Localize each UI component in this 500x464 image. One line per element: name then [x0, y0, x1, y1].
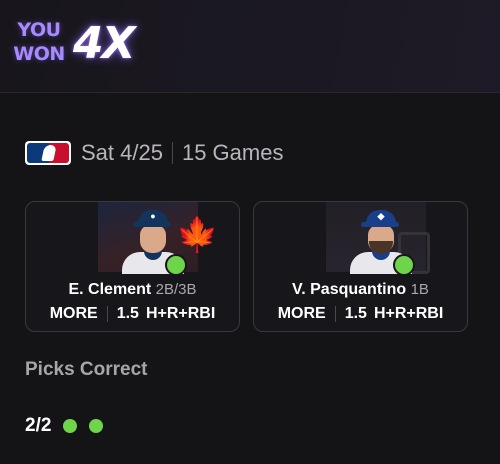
picks-correct-summary: 2/2: [25, 413, 115, 439]
player-name-line: V. Pasquantino 1B: [254, 280, 467, 300]
pick-line: MORE 1.5 H+R+RBI: [254, 304, 467, 324]
won-text: WON: [13, 43, 65, 65]
mlb-logo-icon: [25, 141, 71, 165]
player-name-line: E. Clement 2B/3B: [26, 280, 239, 300]
player-position: 1B: [410, 281, 429, 298]
divider: [106, 306, 108, 322]
pick-stat: H+R+RBI: [373, 305, 444, 322]
payout-multiplier: 4X: [73, 18, 136, 69]
slate-info: Sat 4/25 15 Games: [25, 137, 283, 169]
correct-pick-dot: [89, 419, 104, 433]
player-name: V. Pasquantino: [292, 281, 407, 298]
divider: [334, 306, 336, 322]
result-banner: YOU WON 4X: [0, 0, 500, 93]
pick-card-pasquantino[interactable]: ◆ V. Pasquantino 1B MORE 1.5 H+R+RBI: [253, 201, 468, 332]
blue-jays-icon: ●: [150, 211, 156, 221]
pick-line: MORE 1.5 H+R+RBI: [26, 304, 239, 324]
you-won-label: YOU WON: [13, 18, 65, 66]
pick-card-clement[interactable]: 🍁 ● E. Clement 2B/3B MORE 1.5 H+R+RBI: [25, 201, 240, 332]
picks-correct-heading: Picks Correct: [25, 359, 148, 380]
player-position: 2B/3B: [155, 281, 197, 298]
pick-direction: MORE: [277, 305, 326, 322]
correct-pick-dot: [63, 419, 78, 433]
royals-icon: ◆: [377, 211, 385, 221]
player-name: E. Clement: [68, 281, 152, 298]
correct-status-dot: [165, 254, 187, 276]
divider: [171, 142, 173, 164]
slate-date: Sat 4/25: [81, 140, 163, 165]
pick-line-value: 1.5: [344, 305, 367, 322]
pick-stat: H+R+RBI: [145, 305, 216, 322]
pick-line-value: 1.5: [116, 305, 139, 322]
correct-status-dot: [393, 254, 415, 276]
games-count: 15 Games: [181, 140, 284, 165]
pick-direction: MORE: [49, 305, 98, 322]
picks-correct-score: 2/2: [25, 415, 52, 436]
you-text: YOU: [17, 19, 61, 41]
